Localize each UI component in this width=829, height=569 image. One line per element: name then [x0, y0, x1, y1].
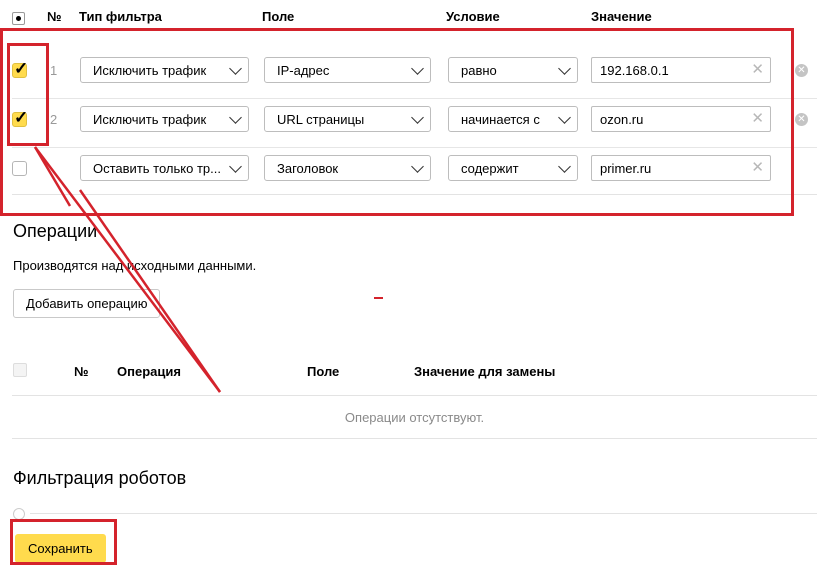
- annotation-arrow-icon: [33, 146, 222, 393]
